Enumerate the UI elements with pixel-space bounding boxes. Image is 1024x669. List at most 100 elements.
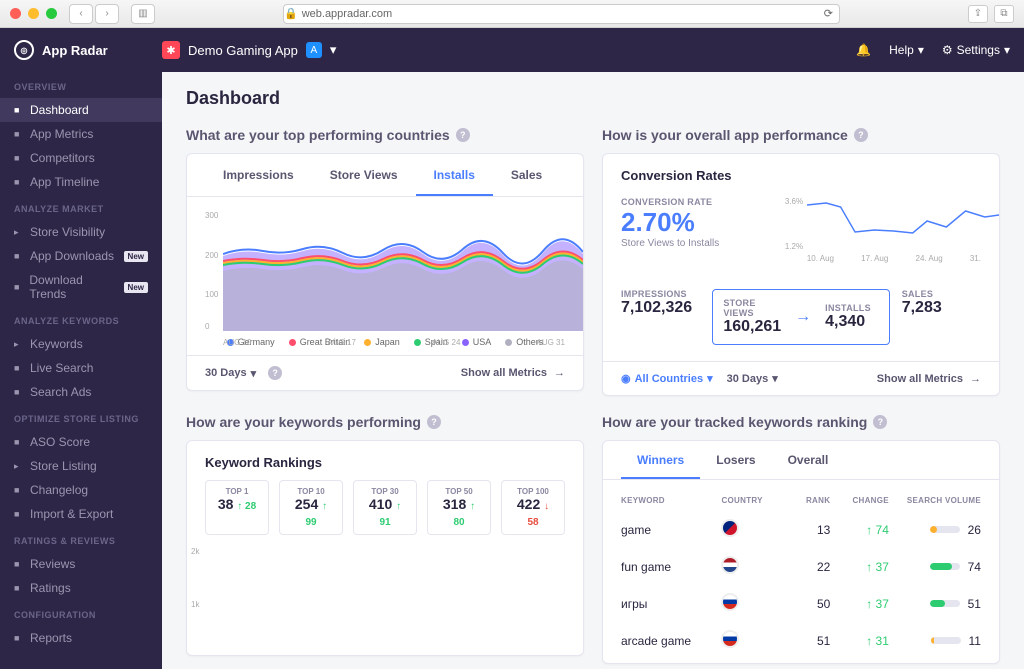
tab-sales[interactable]: Sales	[493, 154, 560, 196]
tab-impressions[interactable]: Impressions	[205, 154, 312, 196]
metric-sales: SALES 7,283	[902, 289, 981, 345]
help-icon[interactable]: ?	[873, 415, 887, 429]
flag-icon	[721, 556, 739, 574]
sidebar-item-download-trends[interactable]: ■Download TrendsNew	[0, 268, 162, 306]
app-name: Demo Gaming App	[188, 43, 298, 58]
sidebar-item-ratings[interactable]: ■Ratings	[0, 576, 162, 600]
sidebar-item-dashboard[interactable]: ■ Dashboard	[0, 98, 162, 122]
metric-impressions: IMPRESSIONS 7,102,326	[621, 289, 700, 345]
table-row[interactable]: fun game 22 ↑ 37 74	[621, 548, 981, 585]
close-window-icon[interactable]	[10, 8, 21, 19]
traffic-lights	[10, 8, 57, 19]
maximize-window-icon[interactable]	[46, 8, 57, 19]
keyword-stat[interactable]: TOP 30410 ↑ 91	[353, 480, 417, 535]
settings-menu[interactable]: ⚙ Settings ▾	[942, 43, 1010, 57]
sidebar-item-label: Reports	[30, 631, 72, 645]
sidebar-item-app-timeline[interactable]: ■App Timeline	[0, 170, 162, 194]
sidebar-item-keywords[interactable]: ▸Keywords	[0, 332, 162, 356]
bullet-icon: ■	[14, 105, 22, 115]
tracked-tabs: WinnersLosersOverall	[603, 441, 999, 480]
sidebar: OVERVIEW■Dashboard■App Metrics■Competito…	[0, 72, 162, 669]
help-icon[interactable]: ?	[854, 128, 868, 142]
keyword-stat[interactable]: TOP 100422 ↓ 58	[501, 480, 565, 535]
tab-overall[interactable]: Overall	[772, 441, 845, 479]
change-cell: ↑ 37	[830, 597, 889, 611]
bullet-icon: ■	[14, 509, 22, 519]
app-switcher[interactable]: ✱ Demo Gaming App A ▾	[162, 41, 336, 59]
help-menu[interactable]: Help ▾	[889, 43, 924, 57]
sidebar-item-app-downloads[interactable]: ■App DownloadsNew	[0, 244, 162, 268]
sidebar-item-store-listing[interactable]: ▸Store Listing	[0, 454, 162, 478]
keyword-stat[interactable]: TOP 10254 ↑ 99	[279, 480, 343, 535]
sidebar-item-label: Reviews	[30, 557, 75, 571]
sidebar-section-title: RATINGS & REVIEWS	[0, 526, 162, 552]
performance-section: How is your overall app performance ? Co…	[602, 127, 1000, 396]
bullet-icon: ■	[14, 251, 22, 261]
metric-highlight-group[interactable]: STORE VIEWS 160,261 → INSTALLS 4,340	[712, 289, 889, 345]
new-badge: New	[124, 251, 148, 262]
browser-right-icons: ⇪ ⧉	[968, 5, 1014, 23]
sidebar-item-competitors[interactable]: ■Competitors	[0, 146, 162, 170]
sidebar-item-import-export[interactable]: ■ Import & Export	[0, 502, 162, 526]
table-row[interactable]: game 13 ↑ 74 26	[621, 511, 981, 548]
sidebar-item-aso-score[interactable]: ■ASO Score	[0, 430, 162, 454]
keyword-cell: arcade game	[621, 634, 721, 648]
settings-label: Settings	[957, 43, 1000, 57]
chevron-down-icon: ▾	[918, 43, 924, 57]
show-metrics-link[interactable]: Show all Metrics	[877, 373, 981, 385]
tab-winners[interactable]: Winners	[621, 441, 700, 479]
period-dropdown[interactable]: 30 Days ▾	[727, 372, 778, 385]
forward-button[interactable]: ›	[95, 4, 119, 24]
countries-dropdown[interactable]: ◉ All Countries ▾	[621, 372, 713, 385]
gear-icon: ⚙	[942, 43, 953, 57]
minimize-window-icon[interactable]	[28, 8, 39, 19]
keyword-stat[interactable]: TOP 50318 ↑ 80	[427, 480, 491, 535]
reload-icon[interactable]: ⟳	[824, 7, 833, 20]
sidebar-item-label: Dashboard	[30, 103, 89, 117]
sidebar-item-label: Import & Export	[30, 507, 113, 521]
table-row[interactable]: игры 50 ↑ 37 51	[621, 585, 981, 622]
new-badge: New	[124, 282, 148, 293]
tab-losers[interactable]: Losers	[700, 441, 771, 479]
country-cell	[721, 630, 780, 651]
keyword-stat[interactable]: TOP 138 ↑ 28	[205, 480, 269, 535]
browser-chrome: ‹ › ▥ 🔒 web.appradar.com ⟳ ⇪ ⧉	[0, 0, 1024, 28]
bell-icon[interactable]: 🔔	[856, 43, 871, 57]
metric-installs: INSTALLS 4,340	[825, 303, 879, 331]
keyword-cell: game	[621, 523, 721, 537]
tab-installs[interactable]: Installs	[416, 154, 493, 196]
sidebar-item-store-visibility[interactable]: ▸Store Visibility	[0, 220, 162, 244]
flag-icon	[721, 519, 739, 537]
sidebar-item-app-metrics[interactable]: ■App Metrics	[0, 122, 162, 146]
url-bar[interactable]: 🔒 web.appradar.com ⟳	[283, 4, 840, 24]
rank-cell: 51	[780, 634, 830, 648]
sidebar-section-title: ANALYZE MARKET	[0, 194, 162, 220]
chevron-down-icon: ▾	[330, 42, 337, 58]
sidebar-item-reports[interactable]: ■Reports	[0, 626, 162, 650]
volume-cell: 51	[889, 597, 981, 611]
tabs-icon[interactable]: ⧉	[994, 5, 1014, 23]
brand-logo[interactable]: ◎ App Radar	[14, 40, 162, 60]
sidebar-item-label: Changelog	[30, 483, 88, 497]
table-row[interactable]: arcade game 51 ↑ 31 11	[621, 622, 981, 659]
sidebar-item-label: App Metrics	[30, 127, 93, 141]
bullet-icon: ■	[14, 559, 22, 569]
help-icon[interactable]: ?	[427, 415, 441, 429]
radar-icon: ◎	[14, 40, 34, 60]
sidebar-toggle-icon[interactable]: ▥	[131, 4, 155, 24]
sidebar-item-live-search[interactable]: ■Live Search	[0, 356, 162, 380]
sidebar-item-changelog[interactable]: ■Changelog	[0, 478, 162, 502]
sidebar-item-search-ads[interactable]: ■Search Ads	[0, 380, 162, 404]
country-cell	[721, 593, 780, 614]
tab-store-views[interactable]: Store Views	[312, 154, 416, 196]
countries-tabs: ImpressionsStore ViewsInstallsSales	[187, 154, 583, 197]
sidebar-item-label: Store Listing	[30, 459, 97, 473]
help-icon[interactable]: ?	[268, 366, 282, 380]
help-icon[interactable]: ?	[456, 128, 470, 142]
share-icon[interactable]: ⇪	[968, 5, 988, 23]
period-dropdown[interactable]: 30 Days ▾	[205, 367, 256, 380]
sidebar-item-reviews[interactable]: ■ Reviews	[0, 552, 162, 576]
back-button[interactable]: ‹	[69, 4, 93, 24]
show-metrics-link[interactable]: Show all Metrics	[461, 367, 565, 379]
bullet-icon: ■	[14, 153, 22, 163]
